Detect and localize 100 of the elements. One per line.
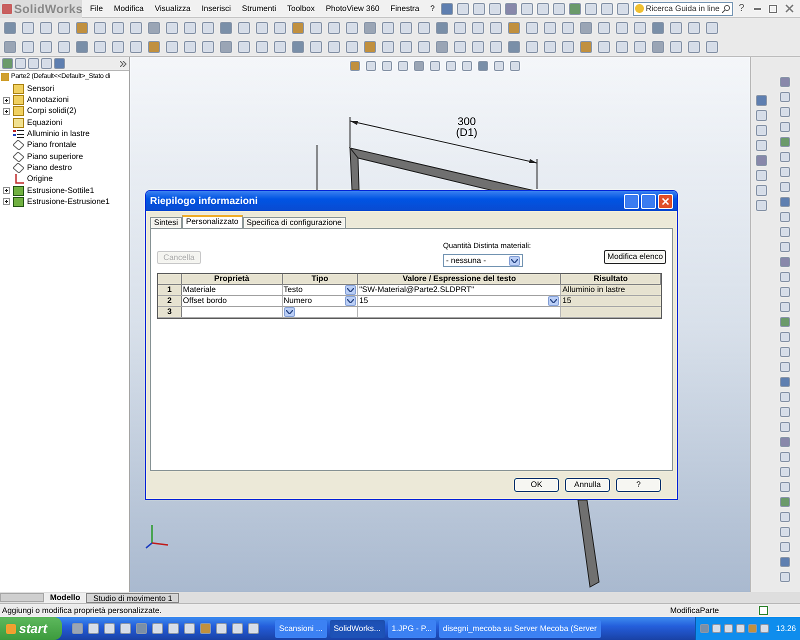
taskbar-task[interactable]: disegni_mecoba su Server Mecoba (Server [438, 620, 601, 638]
toolbar-icon[interactable] [274, 40, 286, 52]
toolbar-icon[interactable] [440, 2, 453, 14]
dialog-button[interactable]: Annulla [565, 478, 610, 492]
quick-launch-icon[interactable] [184, 623, 195, 634]
menu-item[interactable]: Strumenti [242, 2, 276, 14]
toolbar-icon[interactable] [364, 22, 376, 34]
toolbar-icon[interactable] [4, 22, 16, 34]
toolbar-icon[interactable] [634, 40, 646, 52]
close-button[interactable] [785, 4, 794, 13]
toolbar-icon[interactable] [58, 40, 70, 52]
tree-item[interactable]: Piano superiore [27, 150, 84, 163]
toolbar-icon[interactable] [526, 40, 538, 52]
toolbar-icon[interactable] [488, 2, 501, 14]
toolbar-icon[interactable] [454, 22, 466, 34]
minimize-button[interactable] [624, 194, 639, 208]
toolbar-icon[interactable] [400, 40, 412, 52]
toolbar-icon[interactable] [616, 2, 629, 14]
quick-launch-icon[interactable] [136, 623, 147, 634]
toolbar-icon[interactable] [504, 2, 517, 14]
tree-item[interactable]: Estrusione-Estrusione1 [27, 196, 110, 208]
tree-item[interactable]: Piano frontale [27, 139, 76, 152]
toolbar-icon[interactable] [238, 22, 250, 34]
panel-tab-icon[interactable] [2, 58, 13, 69]
toolbar-icon[interactable] [238, 40, 250, 52]
quick-launch-icon[interactable] [232, 623, 243, 634]
toolbar-icon[interactable] [364, 40, 376, 52]
menu-item[interactable]: Toolbox [287, 2, 315, 14]
quick-launch-icon[interactable] [72, 623, 83, 634]
menu-item[interactable]: PhotoView 360 [326, 2, 380, 14]
expand-toggle-icon[interactable] [3, 198, 10, 206]
toolbar-icon[interactable] [436, 40, 448, 52]
toolbar-icon[interactable] [562, 22, 574, 34]
toolbar-icon[interactable] [346, 22, 358, 34]
toolbar-icon[interactable] [598, 22, 610, 34]
dialog-tab[interactable]: Specifica di configurazione [242, 217, 346, 228]
expand-toggle-icon[interactable] [3, 187, 10, 194]
tree-item[interactable]: Estrusione-Sottile1 [27, 184, 94, 197]
expand-toggle-icon[interactable] [3, 108, 10, 115]
toolbar-icon[interactable] [292, 22, 304, 34]
toolbar-icon[interactable] [166, 40, 178, 52]
toolbar-icon[interactable] [22, 22, 34, 34]
quick-launch-icon[interactable] [120, 623, 131, 634]
toolbar-icon[interactable] [328, 40, 340, 52]
quick-launch-icon[interactable] [216, 623, 227, 634]
toolbar-icon[interactable] [40, 22, 52, 34]
toolbar-icon[interactable] [76, 40, 88, 52]
column-header[interactable]: Proprietà [182, 274, 282, 284]
maximize-button[interactable] [641, 194, 656, 208]
task-pane-icon[interactable] [756, 95, 766, 106]
quick-launch-icon[interactable] [200, 623, 211, 634]
toolbar-icon[interactable] [346, 40, 358, 52]
toolbar-icon[interactable] [4, 40, 16, 52]
help-button[interactable]: ? [738, 1, 744, 16]
dropdown-arrow-icon[interactable] [509, 256, 520, 266]
menu-item[interactable]: ? [430, 2, 435, 14]
toolbar-icon[interactable] [634, 22, 646, 34]
toolbar-icon[interactable] [382, 40, 394, 52]
toolbar-icon[interactable] [382, 22, 394, 34]
task-pane-icon[interactable] [756, 200, 766, 211]
tree-item[interactable]: Piano destro [27, 162, 72, 174]
dialog-button[interactable]: OK [514, 478, 559, 492]
toolbar-icon[interactable] [688, 22, 700, 34]
toolbar-icon[interactable] [58, 22, 70, 34]
toolbar-icon[interactable] [220, 40, 232, 52]
toolbar-icon[interactable] [652, 40, 664, 52]
toolbar-icon[interactable] [256, 40, 268, 52]
toolbar-icon[interactable] [310, 22, 322, 34]
toolbar-icon[interactable] [112, 22, 124, 34]
toolbar-icon[interactable] [526, 22, 538, 34]
expand-chevron-icon[interactable] [120, 60, 127, 66]
toolbar-icon[interactable] [76, 22, 88, 34]
column-header[interactable]: Valore / Espressione del testo [358, 274, 562, 284]
toolbar-icon[interactable] [616, 40, 628, 52]
toolbar-icon[interactable] [706, 40, 718, 52]
toolbar-icon[interactable] [310, 40, 322, 52]
menu-item[interactable]: Modifica [114, 2, 144, 14]
toolbar-icon[interactable] [94, 22, 106, 34]
toolbar-icon[interactable] [552, 2, 565, 14]
toolbar-icon[interactable] [706, 22, 718, 34]
toolbar-icon[interactable] [472, 40, 484, 52]
toolbar-icon[interactable] [508, 40, 520, 52]
help-icon[interactable] [759, 606, 768, 615]
toolbar-icon[interactable] [436, 22, 448, 34]
task-pane-icon[interactable] [756, 110, 766, 121]
dimension-name[interactable]: (D1) [456, 128, 478, 139]
dropdown-arrow-icon[interactable] [548, 296, 560, 306]
column-header[interactable]: Risultato [561, 274, 661, 284]
toolbar-icon[interactable] [220, 22, 232, 34]
menu-item[interactable]: File [90, 2, 103, 14]
restore-button[interactable] [769, 4, 778, 12]
toolbar-icon[interactable] [536, 2, 549, 14]
toolbar-icon[interactable] [400, 22, 412, 34]
dimension-value[interactable]: 300 [458, 117, 476, 128]
toolbar-icon[interactable] [580, 40, 592, 52]
type-dropdown[interactable]: Testo [282, 285, 358, 295]
type-dropdown[interactable]: Numero [282, 296, 358, 306]
table-cell[interactable]: 15 [358, 296, 562, 306]
quick-launch-icon[interactable] [168, 623, 179, 634]
toolbar-icon[interactable] [456, 2, 469, 14]
